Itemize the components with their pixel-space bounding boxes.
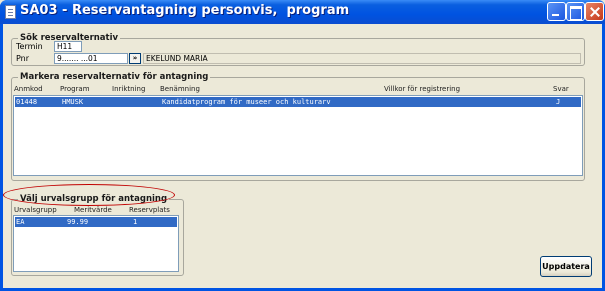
- window-title: SA03 - Reservantagning personvis, progra…: [20, 3, 350, 18]
- cell-svar: J: [556, 98, 561, 106]
- col-svar: Svar: [553, 85, 569, 93]
- urvalsgrupp-list[interactable]: EA 99.99 1: [13, 215, 179, 272]
- urvalsgrupp-group: Välj urvalsgrupp för antagning Urvalsgru…: [11, 194, 184, 276]
- cell-program: HMUSK: [62, 98, 84, 106]
- termin-label: Termin: [16, 42, 43, 51]
- col-inriktning: Inriktning: [112, 85, 146, 93]
- col-villkor: Villkor för registrering: [384, 85, 461, 93]
- document-icon: [5, 5, 16, 19]
- pnr-search-button[interactable]: »: [129, 53, 141, 64]
- col-benamning: Benämning: [160, 85, 200, 93]
- update-button[interactable]: Uppdatera: [540, 256, 592, 277]
- cell-benamning: Kandidatprogram för museer och kulturarv: [162, 98, 331, 106]
- col-program: Program: [60, 85, 90, 93]
- application-window: SA03 - Reservantagning personvis, progra…: [0, 0, 605, 291]
- cell-anmkod: 01448: [16, 98, 38, 106]
- alternatives-group: Markera reservalternativ för antagning A…: [11, 72, 585, 181]
- name-field: EKELUND MARIA: [143, 53, 581, 64]
- title-bar[interactable]: SA03 - Reservantagning personvis, progra…: [0, 0, 605, 24]
- pnr-field[interactable]: 9....... ...01: [54, 53, 128, 64]
- col-anmkod: Anmkod: [14, 85, 43, 93]
- col-reservplats: Reservplats: [129, 206, 170, 214]
- cell-meritvarde: 99.99: [67, 218, 89, 226]
- minimize-icon[interactable]: [547, 2, 566, 21]
- search-group: Sök reservalternativ Termin H11 Pnr 9...…: [11, 33, 585, 66]
- close-icon[interactable]: [585, 2, 604, 21]
- alternatives-list[interactable]: 01448 HMUSK Kandidatprogram för museer o…: [13, 95, 583, 176]
- table-row[interactable]: 01448 HMUSK Kandidatprogram för museer o…: [15, 97, 581, 107]
- cell-reservplats: 1: [133, 218, 138, 226]
- maximize-icon[interactable]: [566, 2, 585, 21]
- termin-field[interactable]: H11: [54, 41, 82, 52]
- col-meritvarde: Meritvärde: [74, 206, 112, 214]
- table-row[interactable]: EA 99.99 1: [15, 217, 177, 227]
- client-area: Sök reservalternativ Termin H11 Pnr 9...…: [3, 24, 602, 288]
- pnr-label: Pnr: [16, 54, 30, 63]
- alternatives-group-legend: Markera reservalternativ för antagning: [18, 72, 211, 82]
- annotation-ellipse: [3, 184, 175, 206]
- cell-urvalsgrupp: EA: [16, 218, 25, 226]
- col-urvalsgrupp: Urvalsgrupp: [14, 206, 57, 214]
